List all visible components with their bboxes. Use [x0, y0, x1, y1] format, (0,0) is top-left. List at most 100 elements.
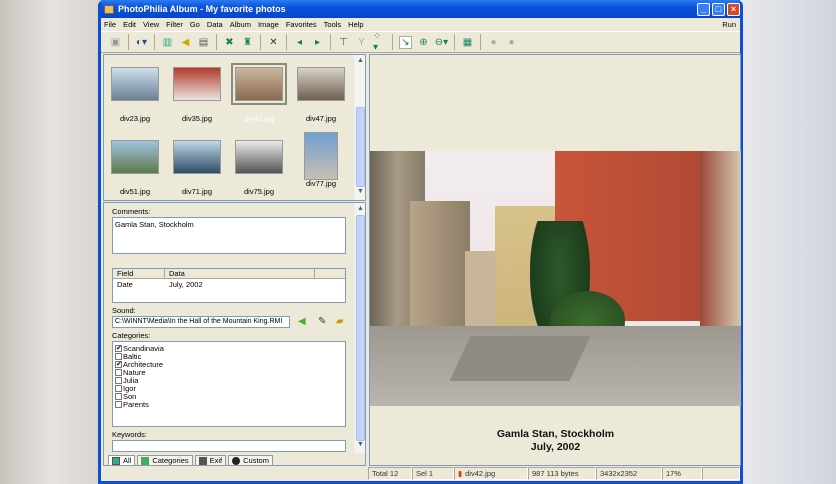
thumbnail-item[interactable]: div23.jpg — [110, 67, 160, 123]
menu-album[interactable]: Album — [230, 20, 251, 29]
thumbnail-item[interactable]: div51.jpg — [110, 140, 160, 196]
select-icon[interactable]: ✖ — [223, 36, 236, 49]
thumbnail-scrollbar[interactable]: ▲ ▼ — [354, 55, 365, 200]
sort-icon[interactable]: ⁘▾ — [373, 31, 386, 53]
thumbnail-label: div51.jpg — [119, 187, 151, 196]
category-checkbox[interactable]: ✔ — [115, 360, 122, 368]
forward-icon[interactable]: ▸ — [311, 36, 324, 49]
minimize-button[interactable]: _ — [697, 2, 710, 16]
menu-image[interactable]: Image — [258, 20, 279, 29]
categories-list: ✔ Scandinavia Baltic ✔ Architecture Nature Jul… — [112, 341, 346, 427]
menu-data[interactable]: Data — [207, 20, 223, 29]
thumbnail-item[interactable]: div75.jpg — [234, 140, 284, 196]
filter-icon[interactable]: ⊤ — [337, 36, 350, 49]
open-folder-icon[interactable]: ▰ — [336, 316, 344, 327]
record-sound-icon[interactable]: ✎ — [318, 316, 326, 327]
data-column-header[interactable]: Data — [165, 269, 315, 278]
categories-icon — [141, 456, 150, 465]
thumbnail-item[interactable]: div71.jpg — [172, 140, 222, 196]
keywords-field[interactable] — [112, 440, 346, 452]
save-icon[interactable]: ▣ — [109, 36, 122, 49]
thumbnail-item[interactable]: div42.jpg — [231, 63, 287, 123]
field-column-header[interactable]: Field — [113, 269, 165, 278]
category-checkbox[interactable] — [115, 392, 122, 400]
preview-image[interactable] — [370, 151, 741, 406]
menu-filter[interactable]: Filter — [166, 20, 183, 29]
menu-run[interactable]: Run — [722, 20, 736, 29]
thumbnail-image — [111, 140, 159, 174]
tab-label: Exif — [209, 456, 223, 465]
all-icon — [112, 456, 120, 465]
tools-icon[interactable]: ✕ — [267, 36, 280, 49]
tab-categories[interactable]: Categories — [137, 455, 193, 466]
comments-field[interactable]: Gamla Stan, Stockholm — [112, 217, 346, 254]
filter-off-icon[interactable]: Y — [355, 36, 368, 49]
menu-help[interactable]: Help — [348, 20, 363, 29]
category-item[interactable]: Igor — [115, 384, 343, 393]
fields-table: Field Data Date July, 2002 — [112, 268, 346, 303]
title-bar: PhotoPhilia Album - My favorite photos _… — [101, 0, 740, 18]
zoom-in-icon[interactable]: ⊕ — [417, 36, 430, 49]
play-sound-icon[interactable]: ◀ — [298, 316, 306, 327]
menu-go[interactable]: Go — [190, 20, 200, 29]
app-icon — [104, 4, 114, 14]
slideshow-icon[interactable]: ♜ — [241, 36, 254, 49]
menu-view[interactable]: View — [143, 20, 159, 29]
camera-icon — [198, 456, 207, 465]
menu-file[interactable]: File — [104, 20, 116, 29]
category-item[interactable]: ✔ Architecture — [115, 360, 343, 369]
thumbnail-item[interactable]: div47.jpg — [296, 67, 346, 123]
export-icon[interactable]: ▦ — [461, 36, 474, 49]
pointer-icon[interactable]: ↘ — [399, 35, 412, 49]
toolbar: ▣ ◐▾ ▥ ◀ ▤ ✖ ♜ ✕ ◂ ▸ ⊤ Y ⁘▾ ↘ ⊕ ⊖▾ ▦ ● ● — [101, 31, 740, 53]
category-item[interactable]: Son — [115, 392, 343, 401]
tab-label: Custom — [243, 456, 269, 465]
thumbnail-label: div75.jpg — [243, 187, 275, 196]
details-scrollbar[interactable]: ▲ ▼ — [354, 203, 365, 453]
category-item[interactable]: Julia — [115, 376, 343, 385]
category-checkbox[interactable] — [115, 384, 122, 392]
thumbnail-label: div47.jpg — [305, 114, 337, 123]
thumbnail-image — [111, 67, 159, 101]
thumbnail-label: div35.jpg — [181, 114, 213, 123]
maximize-button[interactable]: □ — [712, 2, 725, 16]
rotate-right-icon[interactable]: ● — [505, 36, 518, 49]
thumbnail-item[interactable]: div35.jpg — [172, 67, 222, 123]
thumbnail-label: div23.jpg — [119, 114, 151, 123]
tab-all[interactable]: All — [108, 455, 136, 466]
sound-icon[interactable]: ◀ — [179, 36, 192, 49]
status-bar: Total 12 Sel 1 ▮ div42.jpg 987 113 bytes … — [101, 466, 740, 481]
menu-bar: File Edit View Filter Go Data Album Image Favori… — [101, 18, 740, 31]
back-icon[interactable]: ◂ — [293, 36, 306, 49]
sound-field[interactable]: C:\WINNT\Media\In the Hall of the Mounta… — [112, 316, 290, 328]
album-dropdown-icon[interactable]: ◐▾ — [135, 36, 148, 49]
category-item[interactable]: ✔ Scandinavia — [115, 344, 343, 353]
sound-value: C:\WINNT\Media\In the Hall of the Mounta… — [115, 318, 283, 325]
category-item[interactable]: Parents — [115, 400, 343, 409]
thumbnail-item[interactable]: div77.jpg — [296, 132, 346, 188]
category-checkbox[interactable] — [115, 400, 122, 408]
menu-favorites[interactable]: Favorites — [286, 20, 317, 29]
close-button[interactable]: × — [727, 2, 740, 16]
table-row[interactable]: Date July, 2002 — [113, 279, 345, 289]
rotate-left-icon[interactable]: ● — [487, 36, 500, 49]
preview-panel: Gamla Stan, Stockholm July, 2002 — [369, 54, 741, 466]
clipboard-icon[interactable]: ▤ — [197, 36, 210, 49]
comments-label: Comments: — [112, 207, 151, 216]
tab-custom[interactable]: Custom — [228, 455, 273, 466]
panel-icon[interactable]: ▥ — [161, 36, 174, 49]
custom-icon — [232, 456, 241, 465]
thumbnail-image — [173, 140, 221, 174]
category-checkbox[interactable] — [115, 352, 122, 360]
category-checkbox[interactable]: ✔ — [115, 344, 122, 352]
zoom-out-icon[interactable]: ⊖▾ — [435, 36, 448, 49]
menu-edit[interactable]: Edit — [123, 20, 136, 29]
keywords-label: Keywords: — [112, 430, 148, 439]
category-item[interactable]: Nature — [115, 368, 343, 377]
category-checkbox[interactable] — [115, 376, 122, 384]
tab-exif[interactable]: Exif — [194, 455, 227, 466]
menu-tools[interactable]: Tools — [324, 20, 342, 29]
category-checkbox[interactable] — [115, 368, 122, 376]
status-size: 987 113 bytes — [528, 467, 596, 480]
thumbnail-image — [297, 67, 345, 101]
